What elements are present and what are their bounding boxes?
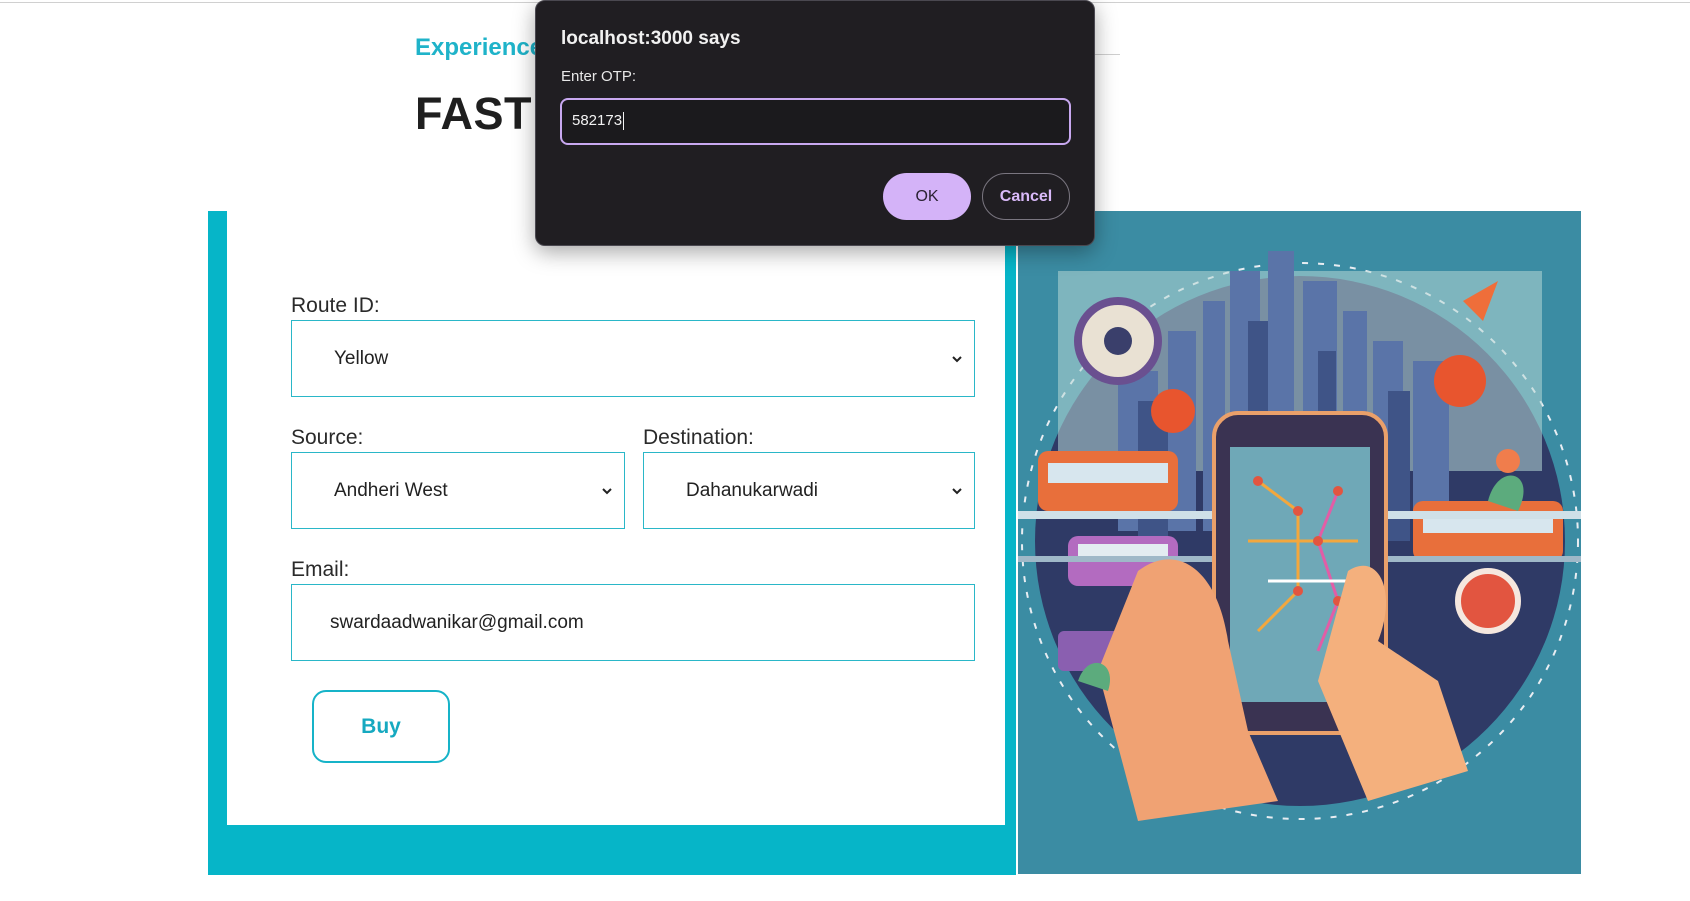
chevron-down-icon — [602, 487, 612, 494]
chevron-down-icon — [952, 487, 962, 494]
dialog-message: Enter OTP: — [561, 68, 637, 85]
metro-app-illustration — [1018, 211, 1581, 874]
route-id-value: Yellow — [334, 347, 389, 369]
experience-heading: Experience — [415, 34, 544, 61]
email-field[interactable]: swardaadwanikar@gmail.com — [291, 584, 975, 661]
destination-label: Destination: — [643, 426, 754, 449]
otp-input-value: 582173 — [572, 112, 623, 129]
destination-select[interactable]: Dahanukarwadi — [643, 452, 975, 529]
email-label: Email: — [291, 558, 350, 581]
source-label: Source: — [291, 426, 364, 449]
buy-button[interactable]: Buy — [312, 690, 450, 763]
chevron-down-icon — [952, 355, 962, 362]
otp-prompt-dialog: localhost:3000 says Enter OTP: 582173 OK… — [535, 0, 1095, 246]
cancel-button[interactable]: Cancel — [982, 173, 1070, 220]
route-id-label: Route ID: — [291, 294, 380, 317]
metro-city-illustration — [1018, 251, 1581, 821]
route-id-select[interactable]: Yellow — [291, 320, 975, 397]
source-value: Andheri West — [334, 479, 448, 501]
ok-button[interactable]: OK — [883, 173, 971, 220]
dialog-title: localhost:3000 says — [561, 28, 741, 49]
otp-input[interactable]: 582173 — [560, 98, 1071, 145]
source-select[interactable]: Andheri West — [291, 452, 625, 529]
destination-value: Dahanukarwadi — [686, 479, 819, 501]
text-caret — [623, 112, 625, 131]
email-value: swardaadwanikar@gmail.com — [330, 611, 584, 633]
